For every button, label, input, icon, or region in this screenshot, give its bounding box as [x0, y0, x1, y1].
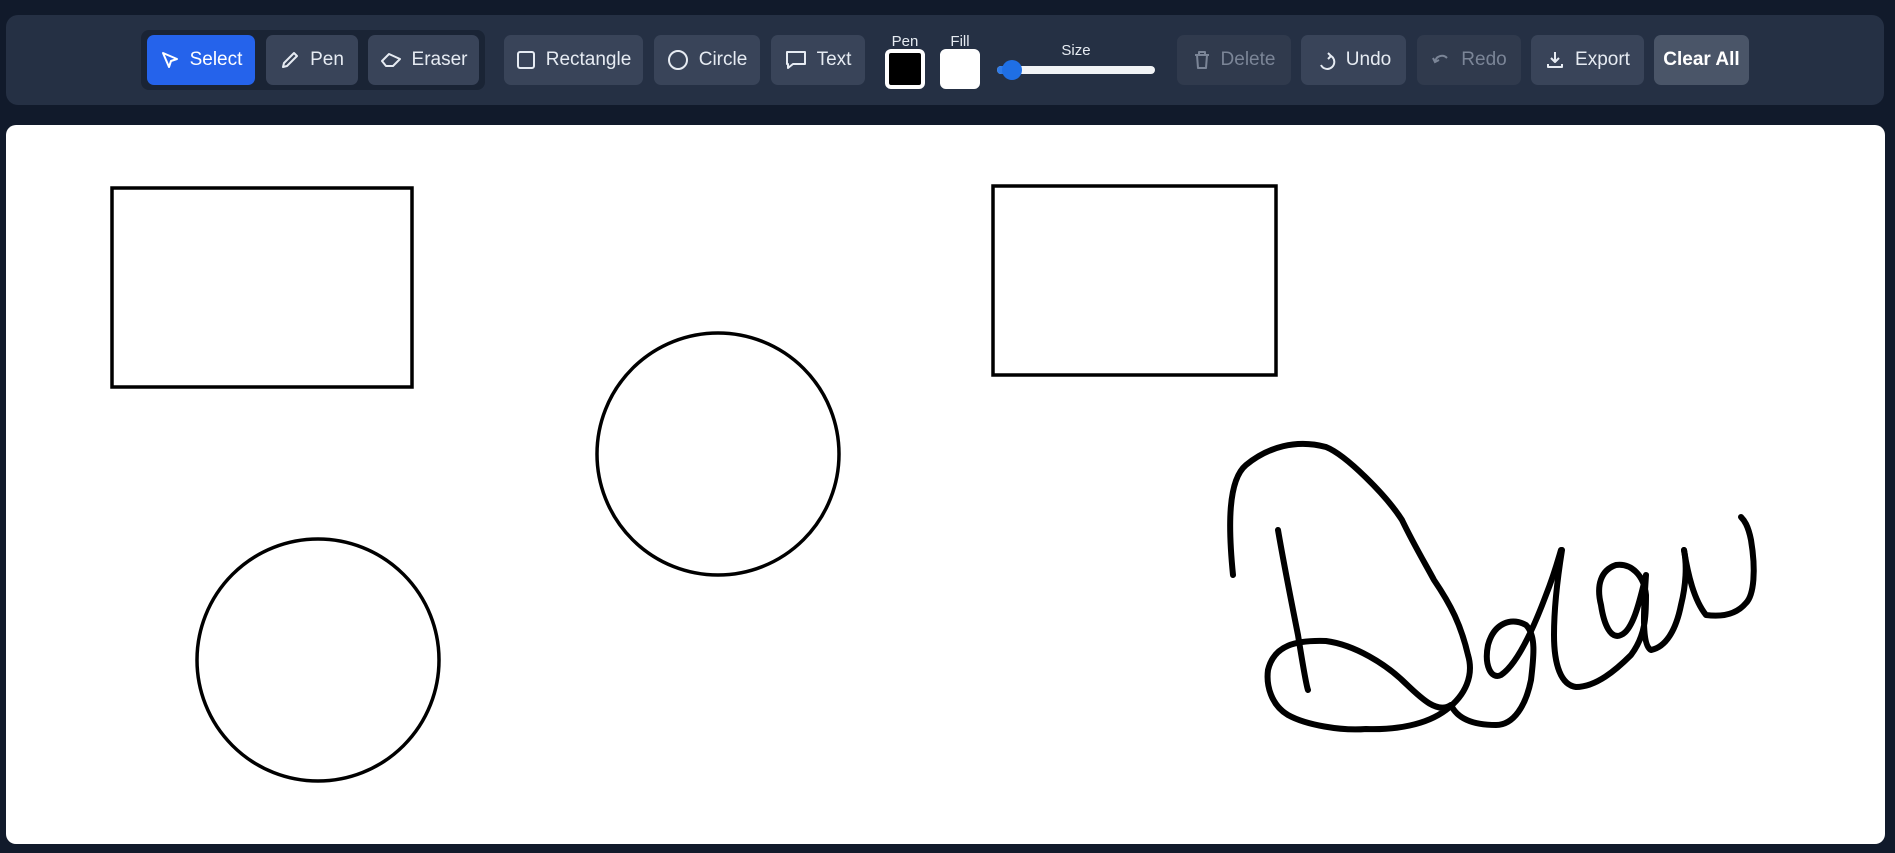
export-button[interactable]: Export [1531, 35, 1644, 85]
drawing-canvas[interactable] [6, 125, 1885, 844]
pen-tool-button[interactable]: Pen [266, 35, 358, 85]
redo-button[interactable]: Redo [1417, 35, 1521, 85]
undo-icon [1316, 50, 1336, 70]
circle-shape-1[interactable] [595, 331, 841, 577]
rectangle-shape-2[interactable] [991, 184, 1278, 377]
size-slider-thumb[interactable] [1001, 60, 1022, 80]
text-tool-button[interactable]: Text [771, 35, 865, 85]
clear-all-button[interactable]: Clear All [1654, 35, 1749, 85]
rectangle-shape-1[interactable] [110, 186, 414, 389]
square-icon [516, 50, 536, 70]
pen-color-label: Pen [891, 33, 919, 50]
delete-button[interactable]: Delete [1177, 35, 1291, 85]
undo-button[interactable]: Undo [1301, 35, 1406, 85]
text-tool-label: Text [816, 49, 852, 70]
fill-color-label: Fill [950, 33, 970, 50]
eraser-icon [380, 51, 402, 69]
select-tool-label: Select [189, 49, 243, 70]
rectangle-tool-label: Rectangle [545, 49, 632, 70]
size-label: Size [1061, 42, 1091, 59]
circle-icon [667, 49, 689, 71]
freehand-drawing[interactable] [1227, 440, 1757, 733]
delete-label: Delete [1220, 49, 1276, 70]
undo-label: Undo [1345, 49, 1392, 70]
cursor-arrow-icon [160, 50, 180, 70]
pen-color-swatch[interactable] [885, 49, 925, 89]
circle-shape-2[interactable] [195, 537, 441, 783]
trash-icon [1193, 50, 1211, 70]
canvas-svg [110, 184, 1757, 783]
pencil-icon [280, 50, 300, 70]
speech-bubble-icon [785, 50, 807, 70]
download-icon [1545, 50, 1565, 70]
export-label: Export [1575, 49, 1630, 70]
redo-label: Redo [1461, 49, 1507, 70]
circle-tool-label: Circle [698, 49, 748, 70]
fill-color-swatch[interactable] [940, 49, 980, 89]
circle-tool-button[interactable]: Circle [654, 35, 760, 85]
eraser-tool-button[interactable]: Eraser [368, 35, 479, 85]
rectangle-tool-button[interactable]: Rectangle [504, 35, 643, 85]
select-tool-button[interactable]: Select [147, 35, 255, 85]
pen-tool-label: Pen [310, 49, 344, 70]
redo-icon [1431, 50, 1451, 70]
eraser-tool-label: Eraser [411, 49, 468, 70]
